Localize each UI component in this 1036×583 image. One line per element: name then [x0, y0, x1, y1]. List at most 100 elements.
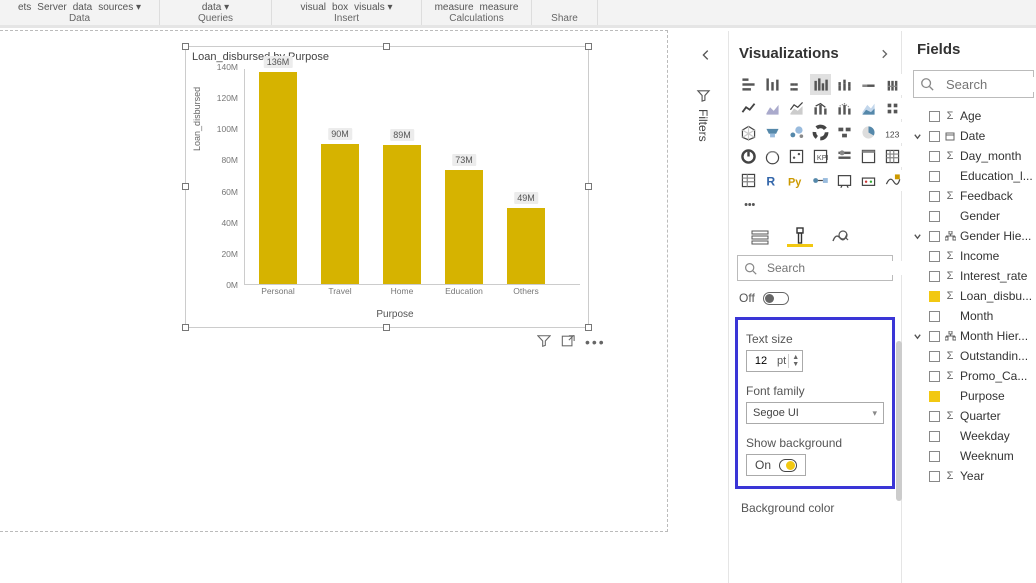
field-checkbox[interactable] [929, 391, 940, 402]
viz-type-icon[interactable] [858, 170, 879, 191]
viz-type-icon[interactable] [738, 146, 759, 167]
viz-type-icon[interactable] [738, 170, 759, 191]
resize-handle[interactable] [585, 183, 592, 190]
more-options-icon[interactable]: ••• [585, 334, 606, 350]
field-row[interactable]: Weekday [913, 426, 1036, 446]
filter-icon[interactable] [537, 334, 551, 350]
field-checkbox[interactable] [929, 331, 940, 342]
viz-type-icon[interactable] [834, 74, 855, 95]
chevron-right-icon[interactable] [879, 48, 891, 60]
field-row[interactable]: Month [913, 306, 1036, 326]
viz-type-icon[interactable]: R [762, 170, 783, 191]
field-checkbox[interactable] [929, 371, 940, 382]
field-table-row[interactable]: Month Hier... [913, 326, 1036, 346]
field-checkbox[interactable] [929, 211, 940, 222]
viz-type-icon[interactable] [762, 146, 783, 167]
field-row[interactable]: ΣFeedback [913, 186, 1036, 206]
field-row[interactable]: ΣYear [913, 466, 1036, 486]
field-row[interactable]: ΣDay_month [913, 146, 1036, 166]
bar[interactable] [507, 208, 545, 284]
font-family-select[interactable]: Segoe UI ▾ [746, 402, 884, 424]
expand-icon[interactable] [913, 132, 924, 141]
field-checkbox[interactable] [929, 151, 940, 162]
viz-type-icon[interactable] [858, 98, 879, 119]
viz-type-icon[interactable] [858, 122, 879, 143]
bar[interactable] [259, 72, 297, 284]
scrollbar-thumb[interactable] [896, 341, 902, 501]
field-row[interactable]: ΣInterest_rate [913, 266, 1036, 286]
field-table-row[interactable]: Date [913, 126, 1036, 146]
viz-type-icon[interactable] [738, 194, 759, 215]
expand-icon[interactable] [913, 232, 924, 241]
field-checkbox[interactable] [929, 271, 940, 282]
field-row[interactable]: ΣAge [913, 106, 1036, 126]
field-row[interactable]: Purpose [913, 386, 1036, 406]
viz-type-icon[interactable] [738, 122, 759, 143]
field-checkbox[interactable] [929, 231, 940, 242]
viz-type-icon[interactable] [882, 98, 903, 119]
viz-type-icon[interactable] [786, 98, 807, 119]
viz-type-icon[interactable] [762, 74, 783, 95]
expand-filters-icon[interactable] [699, 48, 719, 62]
viz-type-icon[interactable] [834, 122, 855, 143]
field-checkbox[interactable] [929, 191, 940, 202]
viz-type-icon[interactable] [810, 74, 831, 95]
field-checkbox[interactable] [929, 451, 940, 462]
field-checkbox[interactable] [929, 351, 940, 362]
format-tab[interactable] [787, 227, 813, 247]
viz-type-icon[interactable] [858, 74, 879, 95]
viz-type-icon[interactable] [762, 122, 783, 143]
resize-handle[interactable] [383, 43, 390, 50]
bar[interactable] [321, 144, 359, 284]
field-checkbox[interactable] [929, 311, 940, 322]
card-toggle-off[interactable]: Off [729, 287, 901, 315]
viz-type-icon[interactable] [882, 170, 903, 191]
spinner-arrows[interactable]: ▲▼ [788, 354, 802, 368]
field-row[interactable]: Education_l... [913, 166, 1036, 186]
resize-handle[interactable] [585, 43, 592, 50]
filters-tab[interactable]: Filters [696, 88, 724, 142]
viz-type-icon[interactable] [786, 74, 807, 95]
viz-type-icon[interactable]: 123 [882, 122, 903, 143]
expand-icon[interactable] [913, 332, 924, 341]
field-checkbox[interactable] [929, 291, 940, 302]
viz-type-icon[interactable] [738, 74, 759, 95]
viz-type-icon[interactable] [762, 98, 783, 119]
resize-handle[interactable] [182, 324, 189, 331]
resize-handle[interactable] [383, 324, 390, 331]
focus-mode-icon[interactable] [561, 334, 575, 350]
fields-search[interactable] [913, 70, 1034, 98]
field-checkbox[interactable] [929, 411, 940, 422]
chart-visual[interactable]: Loan_disbursed by Purpose Loan_disbursed… [185, 46, 589, 328]
format-search[interactable] [737, 255, 893, 281]
toggle-on[interactable] [779, 459, 797, 472]
field-checkbox[interactable] [929, 171, 940, 182]
viz-type-icon[interactable] [858, 146, 879, 167]
resize-handle[interactable] [182, 183, 189, 190]
field-row[interactable]: ΣIncome [913, 246, 1036, 266]
toggle-off[interactable] [763, 292, 789, 305]
viz-type-icon[interactable] [786, 122, 807, 143]
viz-type-icon[interactable] [834, 170, 855, 191]
fields-well-tab[interactable] [747, 227, 773, 247]
format-search-input[interactable] [763, 261, 926, 275]
text-size-value[interactable] [747, 355, 775, 367]
field-row[interactable]: Weeknum [913, 446, 1036, 466]
field-checkbox[interactable] [929, 111, 940, 122]
viz-type-icon[interactable]: KPI [810, 146, 831, 167]
viz-type-icon[interactable] [786, 146, 807, 167]
viz-type-icon[interactable] [810, 122, 831, 143]
resize-handle[interactable] [182, 43, 189, 50]
field-row[interactable]: ΣPromo_Ca... [913, 366, 1036, 386]
show-background-toggle[interactable]: On [746, 454, 806, 476]
analytics-tab[interactable] [827, 227, 853, 247]
field-row[interactable]: ΣLoan_disbu... [913, 286, 1036, 306]
field-table-row[interactable]: Gender Hie... [913, 226, 1036, 246]
field-checkbox[interactable] [929, 251, 940, 262]
field-row[interactable]: ΣQuarter [913, 406, 1036, 426]
fields-search-input[interactable] [940, 77, 1036, 92]
resize-handle[interactable] [585, 324, 592, 331]
viz-type-icon[interactable] [882, 146, 903, 167]
viz-type-icon[interactable] [882, 74, 903, 95]
field-row[interactable]: Gender [913, 206, 1036, 226]
